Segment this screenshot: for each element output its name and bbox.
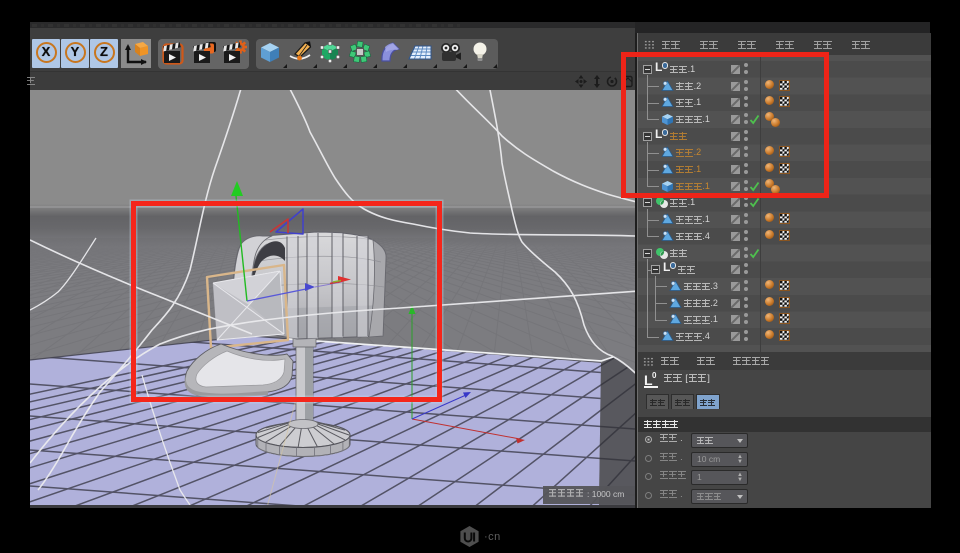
- svg-text:: 1000 cm: : 1000 cm: [587, 489, 624, 499]
